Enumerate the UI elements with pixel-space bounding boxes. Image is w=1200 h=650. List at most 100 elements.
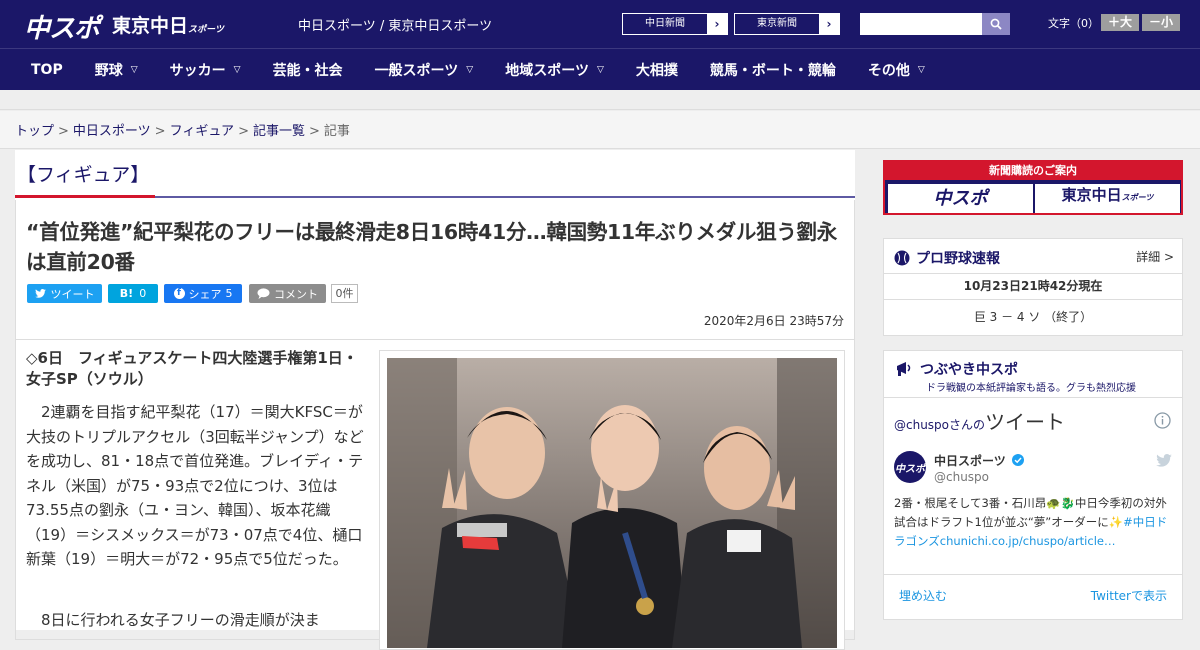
subscribe-tokyo-logo[interactable]: 東京中日スポーツ (1035, 184, 1180, 213)
chunichi-shimbun-label: 中日新聞 (645, 18, 685, 29)
article-body: ◇6日 フィギュアスケート四大陸選手権第1日・女子SP（ソウル） 2連覇を目指す… (15, 340, 855, 650)
tokyo-chunichi-logo[interactable]: 東京中日スポーツ (112, 11, 224, 38)
nav-label: その他 (867, 62, 910, 79)
subscribe-tokyo-sub: スポーツ (1121, 193, 1154, 202)
nav-item-general-sports[interactable]: 一般スポーツ ▽ (359, 60, 490, 80)
nav-item-entertainment[interactable]: 芸能・社会 (257, 60, 359, 80)
font-size-label: 文字（0） (1048, 17, 1099, 30)
chevron-down-icon: ▽ (466, 64, 474, 75)
timeline-handle-link[interactable]: @chuspo (894, 418, 949, 432)
comment-button[interactable]: コメント (249, 284, 326, 303)
tokyo-logo-text: 東京中日 (112, 15, 189, 37)
search-icon (990, 18, 1002, 30)
chevron-down-icon: ▽ (917, 64, 925, 75)
nav-label: 大相撲 (635, 62, 678, 79)
baseball-score-widget: プロ野球速報 詳細 > 10月23日21時42分現在 巨 3 － 4 ソ （終了… (883, 238, 1183, 336)
nav-label: サッカー (169, 62, 226, 79)
publish-date: 2020年2月6日 23時57分 (703, 314, 844, 328)
tokyo-shimbun-link[interactable]: 東京新聞 › (734, 13, 840, 35)
nav-label: 野球 (94, 62, 123, 79)
nav-label: TOP (31, 61, 63, 78)
twitter-title-text: つぶやき中スポ (920, 362, 1018, 378)
embedded-timeline: @chuspoさんのツイート 中スポ 中日スポーツ @chuspo 2番・根尾そ… (884, 397, 1182, 617)
nav-item-sumo[interactable]: 大相撲 (620, 60, 694, 80)
breadcrumb-separator: > (238, 124, 249, 139)
article-photo-frame (379, 350, 845, 650)
baseball-icon (894, 250, 910, 266)
speech-bubble-icon (257, 288, 270, 299)
nav-label: 競馬・ボート・競輪 (709, 62, 836, 79)
subscription-title: 新聞購読のご案内 (885, 162, 1181, 180)
twitter-widget: つぶやき中スポ ドラ戦観の本紙評論家も語る。グラも熱烈応援 @chuspoさんの… (883, 350, 1183, 620)
nav-item-racing[interactable]: 競馬・ボート・競輪 (694, 60, 852, 80)
hatena-bookmark-button[interactable]: B! 0 (108, 284, 158, 303)
timeline-footer: 埋め込む Twitterで表示 (884, 574, 1182, 614)
view-on-twitter-link[interactable]: Twitterで表示 (1091, 587, 1167, 604)
chevron-down-icon: ▽ (233, 64, 241, 75)
nav-label: 芸能・社会 (272, 62, 343, 79)
tweet-button[interactable]: ツイート (27, 284, 102, 303)
nav-item-soccer[interactable]: サッカー ▽ (154, 60, 257, 80)
main-nav: TOP 野球 ▽ サッカー ▽ 芸能・社会 一般スポーツ ▽ 地域スポーツ ▽ 大相撲 … (0, 48, 1200, 90)
site-names: 中日スポーツ / 東京中日スポーツ (298, 19, 493, 34)
breadcrumb-article-list[interactable]: 記事一覧 (253, 124, 305, 139)
breadcrumb-top[interactable]: トップ (15, 124, 54, 139)
chevron-down-icon: ▽ (130, 64, 138, 75)
breadcrumb-separator: > (58, 124, 69, 139)
hatena-icon: B! (119, 287, 134, 300)
twitter-bird-icon[interactable] (1156, 454, 1172, 467)
megaphone-icon (897, 362, 911, 376)
tweet-text: 2番・根尾そして3番・石川昂🐢🐉中日今季初の対外試合はドラフト1位が並ぶ“夢”オ… (894, 494, 1174, 551)
timeline-tweets-word: ツイート (985, 410, 1066, 434)
chevron-right-icon: › (819, 14, 839, 34)
article-header-card: “首位発進”紀平梨花のフリーは最終滑走8日16時41分…韓国勢11年ぶりメダル狙… (15, 200, 855, 340)
category-underline-navy (155, 196, 855, 198)
facebook-share-label: シェア (188, 287, 222, 301)
info-icon[interactable] (1154, 412, 1171, 429)
baseball-title-text: プロ野球速報 (916, 251, 1000, 267)
category-underline-red (15, 195, 155, 198)
search-button[interactable] (982, 13, 1010, 35)
ad-band (0, 90, 1200, 110)
baseball-score[interactable]: 巨 3 － 4 ソ （終了） (884, 300, 1182, 335)
hatena-count: 0 (139, 287, 147, 300)
account-name[interactable]: 中日スポーツ (934, 452, 1024, 469)
nav-label: 地域スポーツ (505, 62, 589, 79)
baseball-update-time: 10月23日21時42分現在 (884, 273, 1182, 300)
baseball-widget-title: プロ野球速報 (894, 248, 1000, 268)
search-input[interactable] (860, 13, 982, 35)
embed-link[interactable]: 埋め込む (899, 587, 947, 604)
nav-item-top[interactable]: TOP (15, 62, 79, 78)
breadcrumb-figure[interactable]: フィギュア (170, 124, 234, 139)
top-header: 中スポ 東京中日スポーツ 中日スポーツ / 東京中日スポーツ 中日新聞 › 東京… (0, 0, 1200, 48)
font-smaller-button[interactable]: －小 (1142, 14, 1180, 31)
nav-item-local-sports[interactable]: 地域スポーツ ▽ (489, 60, 620, 80)
subscribe-tokyo-text: 東京中日 (1061, 186, 1122, 204)
article-photo[interactable] (387, 358, 837, 648)
breadcrumb-separator: > (308, 124, 320, 139)
comment-label: コメント (274, 287, 318, 301)
account-handle[interactable]: @chuspo (934, 470, 989, 484)
nav-item-other[interactable]: その他 ▽ (852, 60, 941, 80)
verified-badge-icon (1011, 454, 1024, 466)
timeline-header: @chuspoさんのツイート (894, 406, 1065, 435)
facebook-share-button[interactable]: f シェア 5 (164, 284, 242, 303)
nav-item-baseball[interactable]: 野球 ▽ (79, 60, 154, 80)
chunichi-shimbun-link[interactable]: 中日新聞 › (622, 13, 728, 35)
tokyo-logo-sub: スポーツ (188, 25, 224, 35)
twitter-widget-subtitle: ドラ戦観の本紙評論家も語る。グラも熱烈応援 (926, 383, 1136, 394)
nav-label: 一般スポーツ (374, 62, 459, 79)
twitter-widget-title: つぶやき中スポ (894, 359, 1018, 379)
subscribe-chuspo-logo[interactable]: 中スポ (888, 184, 1033, 213)
baseball-details-link[interactable]: 詳細 > (1136, 248, 1174, 265)
account-name-text: 中日スポーツ (934, 454, 1006, 468)
font-bigger-button[interactable]: ＋大 (1101, 14, 1139, 31)
skaters-photo-illustration (387, 358, 837, 648)
tweet-label: ツイート (50, 287, 95, 301)
breadcrumb-chunichi-sports[interactable]: 中日スポーツ (73, 124, 151, 139)
article-main: 【フィギュア】 “首位発進”紀平梨花のフリーは最終滑走8日16時41分…韓国勢1… (15, 150, 855, 650)
tokyo-shimbun-label: 東京新聞 (757, 18, 797, 29)
subscription-banner[interactable]: 新聞購読のご案内 中スポ 東京中日スポーツ (883, 160, 1183, 215)
account-avatar[interactable]: 中スポ (894, 451, 926, 483)
chuspo-logo[interactable]: 中スポ (24, 8, 100, 45)
